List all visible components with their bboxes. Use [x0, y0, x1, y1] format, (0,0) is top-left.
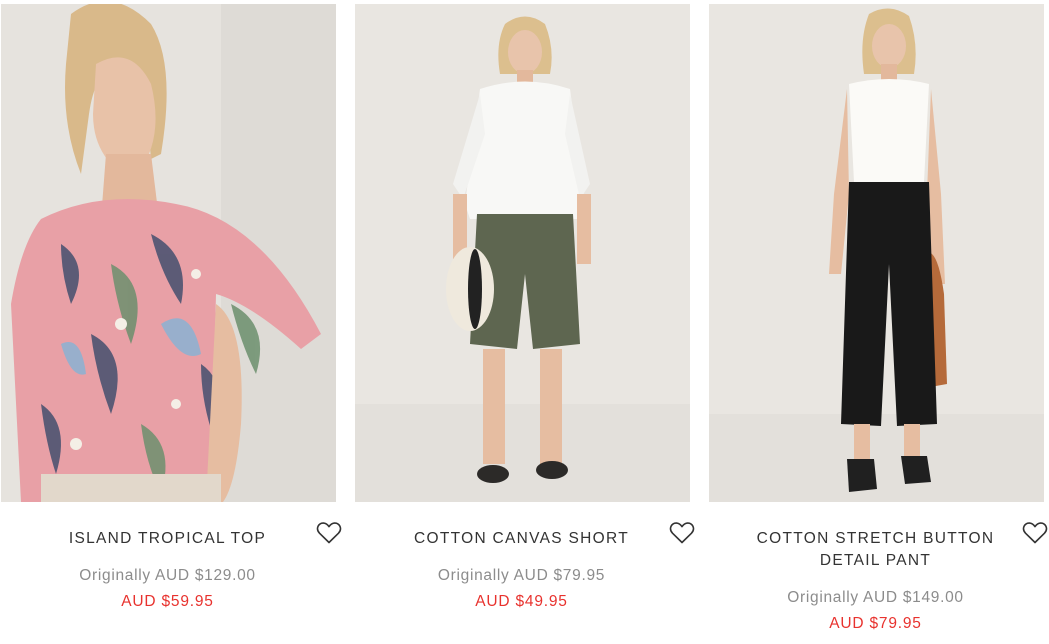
sale-price: AUD $49.95	[475, 593, 568, 610]
product-title[interactable]: COTTON CANVAS SHORT	[394, 528, 649, 550]
product-image[interactable]	[709, 4, 1044, 502]
original-price: Originally AUD $79.95	[437, 567, 606, 584]
heart-outline-icon[interactable]	[316, 521, 342, 545]
product-grid: ISLAND TROPICAL TOP Originally AUD $129.…	[0, 0, 1049, 644]
product-title[interactable]: ISLAND TROPICAL TOP	[40, 528, 295, 550]
product-card: ISLAND TROPICAL TOP Originally AUD $129.…	[0, 0, 342, 644]
product-image[interactable]	[1, 4, 336, 502]
product-card: COTTON CANVAS SHORT Originally AUD $79.9…	[354, 0, 695, 644]
product-photo-cotton-canvas-short	[355, 4, 690, 502]
heart-outline-icon[interactable]	[669, 521, 695, 545]
heart-outline-icon[interactable]	[1022, 521, 1048, 545]
original-price: Originally AUD $149.00	[787, 589, 964, 606]
sale-price: AUD $59.95	[121, 593, 214, 610]
product-photo-island-tropical-top	[1, 4, 336, 502]
product-photo-cotton-stretch-button-detail-pant	[709, 4, 1044, 502]
product-card: COTTON STRETCH BUTTON DETAIL PANT Origin…	[708, 0, 1048, 644]
sale-price: AUD $79.95	[829, 615, 922, 632]
original-price: Originally AUD $129.00	[79, 567, 256, 584]
product-title[interactable]: COTTON STRETCH BUTTON DETAIL PANT	[748, 528, 1003, 572]
product-image[interactable]	[355, 4, 690, 502]
